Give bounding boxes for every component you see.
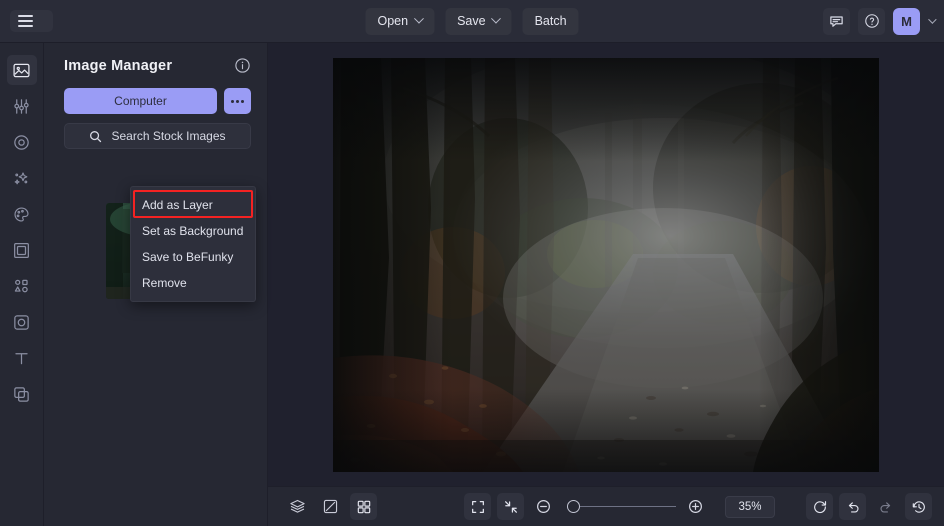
search-stock-images-input[interactable]: Search Stock Images: [64, 123, 251, 149]
app-menu-button[interactable]: [10, 10, 53, 32]
save-button[interactable]: Save: [445, 7, 512, 35]
reset-icon: [813, 500, 826, 513]
history-icon: [912, 500, 925, 513]
more-sources-button[interactable]: [224, 88, 251, 114]
compare-icon: [323, 499, 338, 514]
sidebar-item-text[interactable]: [7, 343, 37, 373]
image-icon: [13, 63, 30, 77]
info-button[interactable]: [234, 57, 251, 74]
chat-icon: [830, 15, 843, 27]
canvas-area[interactable]: [268, 43, 944, 486]
palette-icon: [14, 206, 29, 222]
fullscreen-button[interactable]: [464, 493, 491, 520]
feedback-button[interactable]: [823, 7, 850, 35]
view-tools-group: [284, 493, 377, 520]
sliders-icon: [14, 98, 29, 114]
zoom-in-button[interactable]: [682, 493, 709, 520]
bottom-toolbar: 35%: [268, 486, 944, 526]
batch-button[interactable]: Batch: [522, 7, 579, 35]
open-button[interactable]: Open: [365, 7, 435, 35]
zoom-slider-track[interactable]: [580, 505, 676, 508]
shapes-icon: [14, 279, 28, 292]
menu-item-set-as-background[interactable]: Set as Background: [131, 218, 255, 244]
computer-button[interactable]: Computer: [64, 88, 217, 114]
chevron-down-icon: [413, 13, 424, 24]
page-title: Image Manager: [64, 57, 173, 74]
sidebar-item-touch-up[interactable]: [7, 127, 37, 157]
avatar[interactable]: M: [893, 7, 920, 35]
ellipsis-icon: [231, 99, 234, 103]
search-label: Search Stock Images: [111, 129, 226, 143]
sidebar-item-graphics[interactable]: [7, 271, 37, 301]
history-button[interactable]: [905, 493, 932, 520]
grid-view-icon: [357, 500, 370, 513]
help-circle-icon: [864, 14, 879, 28]
eye-icon: [14, 134, 29, 150]
file-actions-group: Open Save Batch: [365, 7, 579, 35]
layers-stack-icon: [290, 499, 305, 513]
photo-editor-app: Open Save Batch M Image Manager Computer…: [0, 0, 944, 526]
info-circle-icon: [235, 58, 250, 73]
tool-rail: [0, 43, 44, 526]
batch-label: Batch: [534, 14, 567, 28]
sidebar-item-layers[interactable]: [7, 379, 37, 409]
sidebar-item-edit[interactable]: [7, 91, 37, 121]
chevron-down-icon[interactable]: [928, 15, 937, 24]
ellipsis-icon: [236, 99, 239, 103]
sidebar-item-artsy[interactable]: [7, 199, 37, 229]
text-t-icon: [15, 352, 28, 364]
menu-item-save-to-befunky[interactable]: Save to BeFunky: [131, 244, 255, 270]
sidebar-item-frames[interactable]: [7, 235, 37, 265]
zoom-slider[interactable]: [567, 500, 676, 513]
chevron-down-icon: [491, 13, 502, 24]
help-button[interactable]: [858, 7, 885, 35]
save-label: Save: [457, 14, 486, 28]
zoom-out-button[interactable]: [530, 493, 557, 520]
reset-button[interactable]: [806, 493, 833, 520]
zoom-in-icon: [689, 500, 702, 513]
zoom-out-icon: [537, 500, 550, 513]
account-actions-group: M: [823, 7, 937, 35]
ellipsis-icon: [241, 99, 244, 103]
compare-button[interactable]: [317, 493, 344, 520]
redo-icon: [880, 501, 890, 513]
sparkles-icon: [14, 171, 28, 184]
layers-overlap-icon: [14, 386, 29, 402]
undo-button[interactable]: [839, 493, 866, 520]
menu-item-remove[interactable]: Remove: [131, 270, 255, 296]
frame-icon: [14, 242, 29, 258]
sidebar-item-textures[interactable]: [7, 307, 37, 337]
fit-to-screen-icon: [504, 500, 517, 513]
top-toolbar: Open Save Batch M: [0, 0, 944, 43]
search-icon: [90, 130, 102, 142]
zoom-level-input[interactable]: 35%: [725, 495, 775, 518]
zoom-controls-group: 35%: [464, 493, 775, 520]
open-label: Open: [377, 14, 409, 28]
fit-to-screen-button[interactable]: [497, 493, 524, 520]
fullscreen-icon: [471, 500, 484, 513]
source-buttons-row: Computer: [44, 74, 267, 114]
texture-icon: [14, 314, 29, 330]
redo-button[interactable]: [872, 493, 899, 520]
panel-header: Image Manager: [44, 43, 267, 74]
menu-item-add-as-layer[interactable]: Add as Layer: [131, 192, 255, 218]
grid-view-button[interactable]: [350, 493, 377, 520]
history-controls-group: [806, 493, 932, 520]
foggy-autumn-forest-path-photo: [333, 57, 879, 472]
thumbnail-context-menu: Add as Layer Set as Background Save to B…: [130, 186, 256, 302]
canvas-image[interactable]: [333, 57, 879, 472]
layers-button[interactable]: [284, 493, 311, 520]
sidebar-item-effects[interactable]: [7, 163, 37, 193]
sidebar-item-image[interactable]: [6, 55, 37, 85]
undo-icon: [848, 501, 858, 513]
hamburger-icon: [18, 15, 33, 27]
zoom-slider-handle[interactable]: [567, 500, 580, 513]
